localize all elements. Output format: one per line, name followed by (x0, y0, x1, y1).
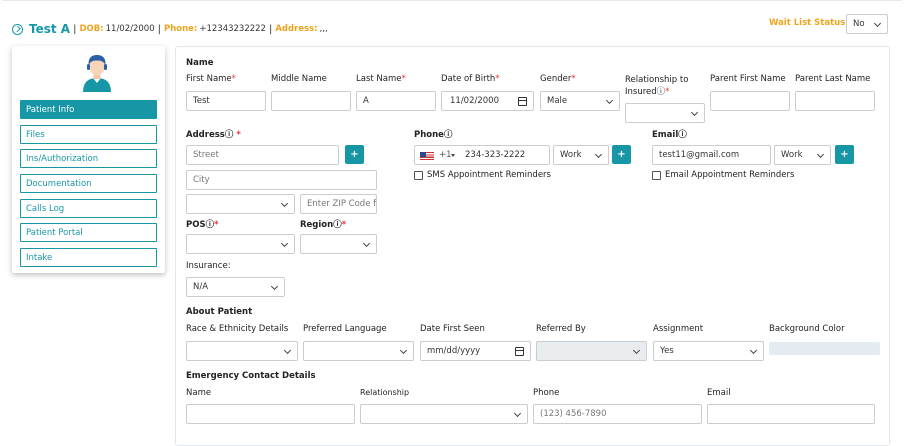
address-value: ,,, (319, 24, 328, 34)
sidebar-item-patient-info[interactable]: Patient Info (20, 100, 157, 119)
sms-reminder-checkbox[interactable] (414, 171, 423, 180)
preferred-language-label: Preferred Language (303, 324, 387, 334)
address-label: Address: (275, 24, 318, 34)
street-input[interactable]: Street (186, 145, 339, 165)
add-phone-button[interactable]: + (612, 145, 631, 164)
dob-input-value: 11/02/2000 (450, 96, 499, 106)
dob-value: 11/02/2000 (105, 24, 155, 34)
calendar-icon[interactable] (515, 347, 524, 356)
emergency-phone-input[interactable]: (123) 456-7890 (533, 404, 702, 424)
parent-first-name-input[interactable] (710, 91, 790, 111)
emergency-relationship-label: Relationship (360, 388, 410, 397)
first-name-input[interactable]: Test (186, 91, 266, 111)
last-name-input[interactable]: A (356, 91, 436, 111)
sidebar-item-documentation[interactable]: Documentation (20, 174, 157, 193)
country-dropdown-icon[interactable] (451, 154, 455, 157)
last-name-label: Last Name* (356, 74, 406, 84)
top-border (0, 0, 904, 4)
sms-reminder-label: SMS Appointment Reminders (427, 170, 551, 180)
phone-field-label: Phoneⓘ (414, 130, 453, 140)
sidebar-item-intake[interactable]: Intake (20, 248, 157, 267)
referred-by-select (536, 341, 647, 361)
wait-list-select[interactable]: No (846, 14, 888, 34)
add-email-button[interactable]: + (835, 145, 854, 164)
parent-first-name-label: Parent First Name (710, 74, 786, 84)
avatar (83, 55, 111, 92)
pos-label: POSⓘ* (186, 220, 219, 230)
wait-list-label: Wait List Status: (769, 18, 849, 28)
email-field-label: Emailⓘ (652, 130, 687, 140)
patient-header: Test A | DOB: 11/02/2000 | Phone: +12343… (12, 20, 328, 38)
preferred-language-select[interactable] (303, 341, 414, 361)
patient-page: Test A | DOB: 11/02/2000 | Phone: +12343… (0, 0, 904, 446)
sidebar-item-calls-log[interactable]: Calls Log (20, 199, 157, 218)
insurance-select[interactable]: N/A (186, 277, 285, 297)
emergency-phone-label: Phone (533, 388, 560, 398)
phone-label: Phone: (164, 24, 198, 34)
us-flag-icon[interactable] (420, 152, 434, 160)
assignment-select[interactable]: Yes (653, 341, 764, 361)
emergency-email-input[interactable] (707, 404, 875, 424)
phone-number: 234-323-2222 (465, 150, 526, 160)
header-separator: | (73, 23, 77, 35)
sidebar-item-patient-portal[interactable]: Patient Portal (20, 223, 157, 242)
region-select[interactable] (300, 234, 377, 254)
middle-name-label: Middle Name (271, 74, 327, 84)
race-ethnicity-label: Race & Ethnicity Details (186, 324, 289, 334)
relationship-label: Relationship to Insuredⓘ* (625, 75, 689, 97)
email-input[interactable]: test11@gmail.com (652, 145, 771, 165)
check-circle-icon[interactable] (12, 23, 23, 35)
email-type-select[interactable]: Work (774, 145, 831, 165)
email-reminder-checkbox[interactable] (652, 171, 661, 180)
dob-label: DOB: (79, 24, 104, 34)
state-select[interactable] (186, 194, 295, 214)
background-color-label: Background Color (769, 324, 845, 334)
date-first-seen-label: Date First Seen (420, 324, 485, 334)
country-code: +1 (439, 150, 452, 160)
emergency-name-label: Name (186, 388, 212, 398)
emergency-contact-title: Emergency Contact Details (186, 371, 316, 381)
name-section-title: Name (186, 58, 214, 68)
address-field-label: Addressⓘ * (186, 130, 241, 140)
sidebar-card: Patient Info Files Ins/Authorization Doc… (12, 46, 165, 273)
pos-select[interactable] (186, 234, 295, 254)
parent-last-name-label: Parent Last Name (795, 74, 871, 84)
sidebar-item-files[interactable]: Files (20, 125, 157, 144)
dob-field-label: Date of Birth* (441, 74, 500, 84)
dob-input[interactable]: 11/02/2000 (441, 91, 534, 111)
region-label: Regionⓘ* (300, 220, 347, 230)
city-input[interactable]: City (186, 170, 377, 190)
middle-name-input[interactable] (271, 91, 351, 111)
emergency-relationship-select[interactable] (360, 404, 528, 424)
calendar-icon[interactable] (518, 97, 527, 106)
emergency-email-label: Email (707, 388, 731, 398)
insurance-label: Insurance: (186, 261, 231, 271)
referred-by-label: Referred By (536, 324, 586, 334)
date-first-seen-input[interactable]: mm/dd/yyyy (420, 341, 531, 361)
add-address-button[interactable]: + (345, 145, 364, 164)
patient-name: Test A (29, 22, 71, 36)
gender-select[interactable]: Male (540, 91, 620, 111)
first-name-label: First Name* (186, 74, 236, 84)
header-separator: | (157, 23, 161, 35)
relationship-select[interactable] (625, 103, 705, 123)
phone-value: +12343232222 (199, 24, 266, 34)
date-first-seen-placeholder: mm/dd/yyyy (427, 346, 481, 356)
sidebar-item-ins-authorization[interactable]: Ins/Authorization (20, 149, 157, 168)
header-separator: | (268, 23, 273, 35)
race-ethnicity-select[interactable] (186, 341, 298, 361)
zip-input[interactable]: Enter ZIP Code f (300, 194, 377, 214)
assignment-label: Assignment (653, 324, 704, 334)
about-patient-title: About Patient (186, 307, 253, 317)
phone-input[interactable]: +1 234-323-2222 (414, 145, 550, 165)
background-color-picker[interactable] (769, 342, 880, 355)
emergency-name-input[interactable] (186, 404, 355, 424)
phone-type-select[interactable]: Work (553, 145, 609, 165)
email-reminder-label: Email Appointment Reminders (665, 170, 795, 180)
gender-label: Gender* (540, 74, 576, 84)
parent-last-name-input[interactable] (795, 91, 875, 111)
